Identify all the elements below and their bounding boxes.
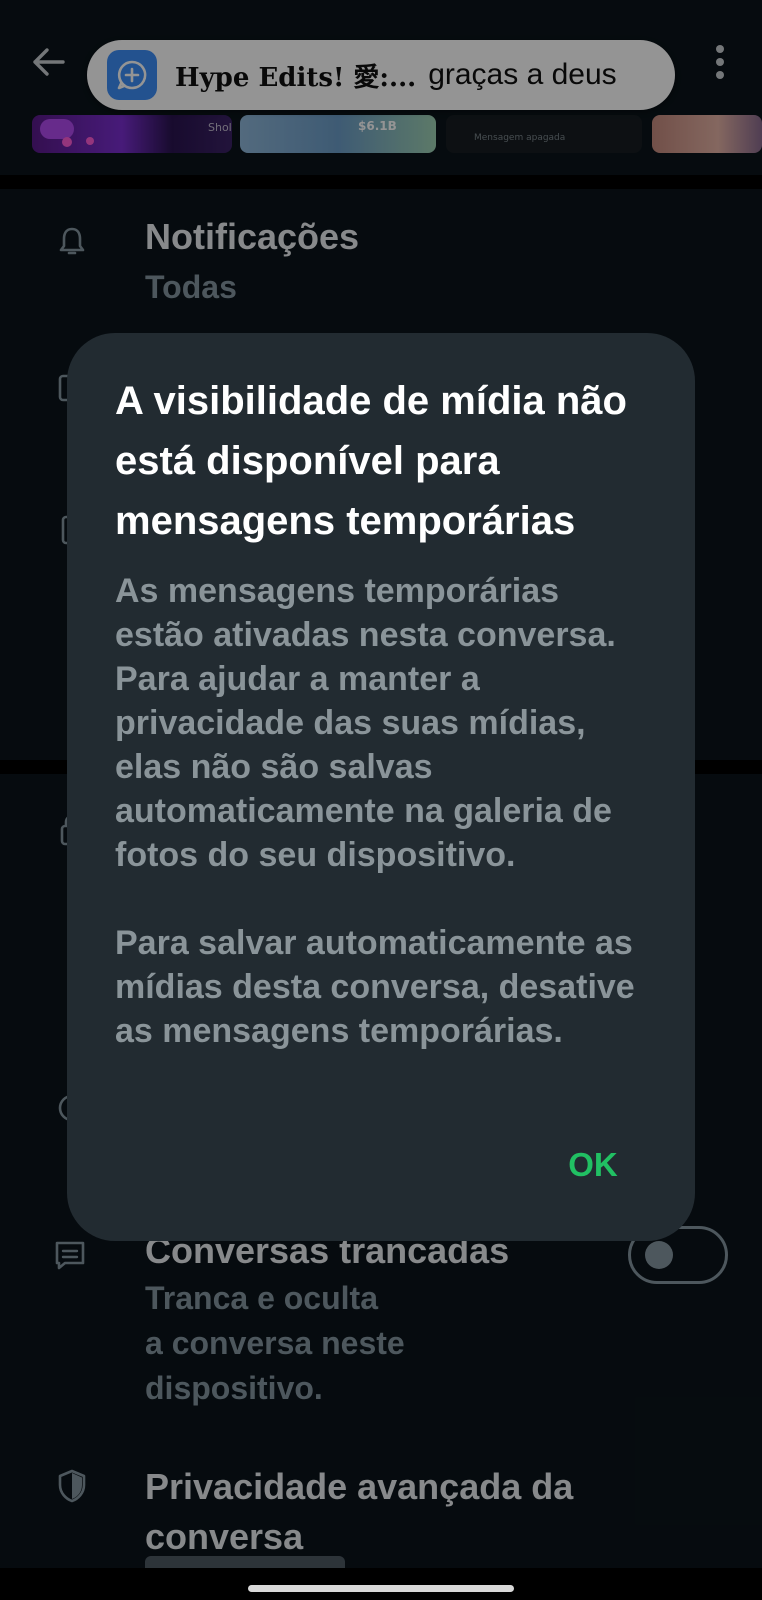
- dialog-body: As mensagens temporárias estão ativadas …: [115, 569, 655, 1053]
- dialog-paragraph: Para salvar automaticamente as mídias de…: [115, 924, 635, 1050]
- home-gesture-handle[interactable]: [248, 1585, 514, 1592]
- system-navigation-bar: [0, 1568, 762, 1600]
- dialog-title: A visibilidade de mídia não está disponí…: [115, 379, 627, 543]
- dialog-paragraph: As mensagens temporárias estão ativadas …: [115, 572, 616, 874]
- ok-button[interactable]: OK: [543, 1133, 643, 1197]
- media-visibility-dialog: A visibilidade de mídia não está disponí…: [67, 333, 695, 1241]
